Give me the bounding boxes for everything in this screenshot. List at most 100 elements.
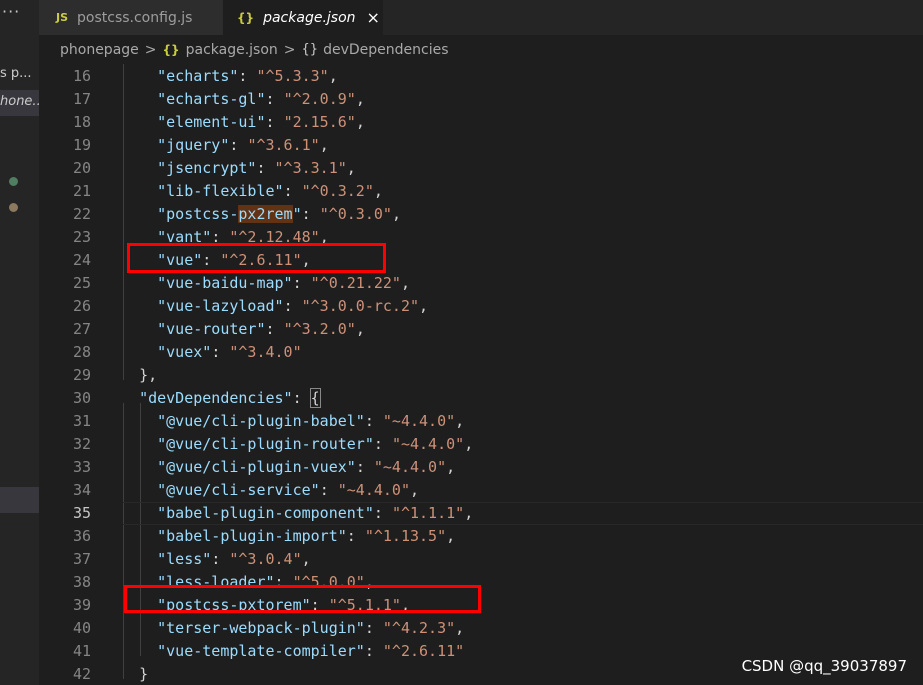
code-line[interactable]: 29 }, bbox=[39, 364, 923, 387]
code-line[interactable]: 32 "@vue/cli-plugin-router": "~4.4.0", bbox=[39, 433, 923, 456]
line-content: "vue-lazyload": "^3.0.0-rc.2", bbox=[121, 295, 428, 318]
colon: : bbox=[292, 389, 311, 407]
comma: , bbox=[464, 504, 474, 522]
breadcrumb-folder[interactable]: phonepage bbox=[60, 42, 139, 58]
code-line[interactable]: 27 "vue-router": "^3.2.0", bbox=[39, 318, 923, 341]
line-number: 34 bbox=[72, 481, 91, 499]
json-value: "^3.3.1" bbox=[274, 159, 347, 177]
line-content: "vue-router": "^3.2.0", bbox=[121, 318, 365, 341]
line-content: }, bbox=[121, 364, 157, 387]
code-line[interactable]: 26 "vue-lazyload": "^3.0.0-rc.2", bbox=[39, 295, 923, 318]
code-line[interactable]: 19 "jquery": "^3.6.1", bbox=[39, 134, 923, 157]
line-content: "@vue/cli-plugin-vuex": "~4.4.0", bbox=[121, 456, 455, 479]
code-line[interactable]: 40 "terser-webpack-plugin": "^4.2.3", bbox=[39, 617, 923, 640]
code-editor[interactable]: 16 "echarts": "^5.3.3", 17 "echarts-gl": … bbox=[39, 64, 923, 685]
code-line[interactable]: 37 "less": "^3.0.4", bbox=[39, 548, 923, 571]
code-line[interactable]: 25 "vue-baidu-map": "^0.21.22", bbox=[39, 272, 923, 295]
colon: : bbox=[211, 550, 230, 568]
colon: : bbox=[301, 205, 320, 223]
line-number: 24 bbox=[72, 251, 91, 269]
line-number: 31 bbox=[72, 412, 91, 430]
json-value: "^1.13.5" bbox=[364, 527, 447, 545]
line-content: "less": "^3.0.4", bbox=[121, 548, 311, 571]
line-content: "babel-plugin-component": "^1.1.1", bbox=[121, 502, 473, 525]
line-number: 39 bbox=[72, 596, 91, 614]
colon: : bbox=[292, 274, 311, 292]
close-icon[interactable]: × bbox=[367, 8, 380, 27]
chevron-right-icon: > bbox=[283, 41, 296, 58]
explorer-item[interactable]: s p... bbox=[0, 66, 39, 86]
line-number: 20 bbox=[72, 159, 91, 177]
json-value: "^3.0.0-rc.2" bbox=[301, 297, 420, 315]
code-line[interactable]: 31 "@vue/cli-plugin-babel": "~4.4.0", bbox=[39, 410, 923, 433]
line-content: "@vue/cli-plugin-router": "~4.4.0", bbox=[121, 433, 473, 456]
watermark: CSDN @qq_39037897 bbox=[741, 657, 907, 675]
json-key: "less" bbox=[157, 550, 212, 568]
json-value: "~4.4.0" bbox=[373, 458, 447, 476]
line-number: 42 bbox=[72, 665, 91, 683]
json-key: "element-ui" bbox=[157, 113, 266, 131]
code-line[interactable]: 18 "element-ui": "2.15.6", bbox=[39, 111, 923, 134]
code-line[interactable]: 21 "lib-flexible": "^0.3.2", bbox=[39, 180, 923, 203]
tab-package-json[interactable]: {} package.json × bbox=[223, 0, 383, 35]
line-number: 29 bbox=[72, 366, 91, 384]
more-actions-icon[interactable]: ··· bbox=[2, 2, 20, 21]
comma: , bbox=[346, 159, 356, 177]
colon: : bbox=[265, 320, 284, 338]
comma: , bbox=[455, 619, 465, 637]
code-line[interactable]: 22 "postcss-px2rem": "^0.3.0", bbox=[39, 203, 923, 226]
json-value: "^0.3.0" bbox=[319, 205, 392, 223]
line-number: 36 bbox=[72, 527, 91, 545]
json-value: "~4.4.0" bbox=[382, 412, 456, 430]
explorer-item-highlight[interactable] bbox=[0, 487, 39, 513]
comma: , bbox=[446, 458, 456, 476]
code-line[interactable]: 35 "babel-plugin-component": "^1.1.1", bbox=[39, 502, 923, 525]
explorer-item-selected[interactable]: hone... bbox=[0, 90, 39, 116]
json-key: "echarts" bbox=[157, 67, 239, 85]
json-value: "^1.1.1" bbox=[391, 504, 465, 522]
line-number: 21 bbox=[72, 182, 91, 200]
json-value: "^3.4.0" bbox=[229, 343, 302, 361]
line-number: 17 bbox=[72, 90, 91, 108]
breadcrumb-node[interactable]: devDependencies bbox=[323, 42, 448, 58]
code-line[interactable]: 36 "babel-plugin-import": "^1.13.5", bbox=[39, 525, 923, 548]
json-key: "vue-router" bbox=[157, 320, 266, 338]
line-number: 18 bbox=[72, 113, 91, 131]
annotation-box-postcss-pxtorem bbox=[124, 585, 481, 613]
code-line[interactable]: 17 "echarts-gl": "^2.0.9", bbox=[39, 88, 923, 111]
line-content: "babel-plugin-import": "^1.13.5", bbox=[121, 525, 455, 548]
json-key: "vue-baidu-map" bbox=[157, 274, 293, 292]
line-content: "devDependencies": { bbox=[121, 387, 321, 410]
code-line[interactable]: 30 "devDependencies": { bbox=[39, 387, 923, 410]
json-key: "@vue/cli-plugin-vuex" bbox=[157, 458, 356, 476]
tab-postcss-config[interactable]: JS postcss.config.js bbox=[39, 0, 223, 35]
code-line[interactable]: 28 "vuex": "^3.4.0" bbox=[39, 341, 923, 364]
tab-bar: JS postcss.config.js {} package.json × bbox=[39, 0, 923, 35]
colon: : bbox=[265, 113, 284, 131]
line-content: "@vue/cli-service": "~4.4.0", bbox=[121, 479, 419, 502]
comma: , bbox=[455, 412, 465, 430]
code-line[interactable]: 20 "jsencrypt": "^3.3.1", bbox=[39, 157, 923, 180]
breadcrumb: phonepage > {} package.json > {} devDepe… bbox=[39, 35, 923, 64]
json-key: "babel-plugin-component" bbox=[157, 504, 374, 522]
colon: : bbox=[238, 67, 257, 85]
code-line[interactable]: 34 "@vue/cli-service": "~4.4.0", bbox=[39, 479, 923, 502]
code-line[interactable]: 16 "echarts": "^5.3.3", bbox=[39, 65, 923, 88]
json-key: "postcss- bbox=[157, 205, 239, 223]
colon: : bbox=[373, 435, 392, 453]
breadcrumb-file[interactable]: package.json bbox=[186, 42, 278, 58]
tab-label: postcss.config.js bbox=[77, 9, 193, 26]
line-number: 41 bbox=[72, 642, 91, 660]
json-key: "@vue/cli-plugin-babel" bbox=[157, 412, 365, 430]
line-number: 37 bbox=[72, 550, 91, 568]
code-line[interactable]: 33 "@vue/cli-plugin-vuex": "~4.4.0", bbox=[39, 456, 923, 479]
